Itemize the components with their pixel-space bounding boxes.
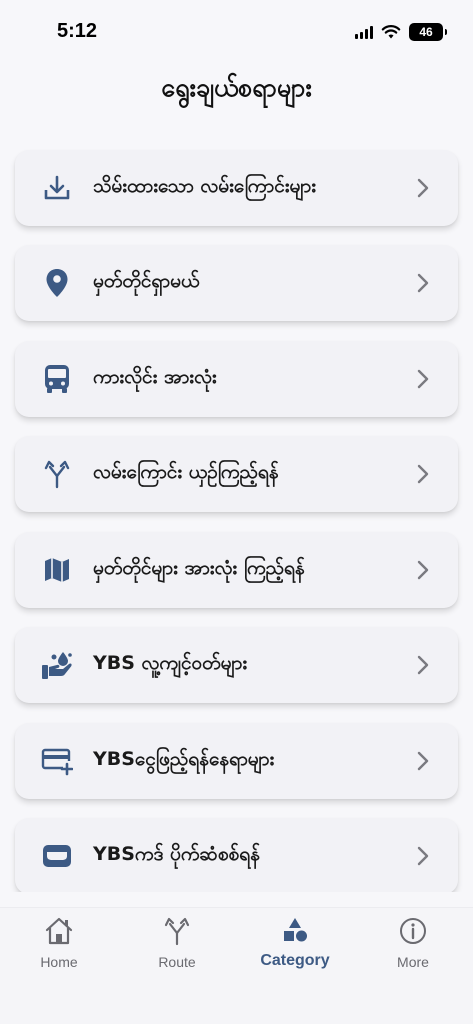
location-pin-icon (41, 267, 73, 299)
menu-item-compare-routes[interactable]: လမ်းကြောင်း ယှဉ်ကြည့်ရန် (15, 436, 458, 512)
tab-label: Home (40, 954, 78, 970)
status-bar: 5:12 46 (0, 0, 473, 60)
cellular-signal-icon (355, 25, 373, 39)
menu-item-label: လမ်းကြောင်း ယှဉ်ကြည့်ရန် (93, 461, 279, 483)
menu-item-all-stops-map[interactable]: မှတ်တိုင်များ အားလုံး ကြည့်ရန် (15, 532, 458, 608)
chevron-right-icon (417, 369, 429, 389)
battery-indicator: 46 (409, 23, 447, 41)
chevron-right-icon (417, 846, 429, 866)
card-add-icon (41, 745, 73, 777)
home-icon (45, 917, 73, 945)
bus-icon (41, 363, 73, 395)
page-title: ရွေးချယ်စရာများ (161, 73, 312, 102)
tab-label: Category (260, 952, 330, 969)
download-icon (41, 172, 73, 204)
chevron-right-icon (417, 655, 429, 675)
status-icons: 46 (355, 22, 447, 42)
menu-item-label: မှတ်တိုင်များ အားလုံး ကြည့်ရန် (93, 557, 305, 579)
wallet-card-icon (41, 840, 73, 872)
menu-item-label: YBS လူ့ကျင့်ဝတ်များ (93, 652, 248, 674)
chevron-right-icon (417, 273, 429, 293)
menu-item-label: YBSကဒ် ပိုက်ဆံစစ်ရန် (93, 843, 260, 865)
tab-more[interactable]: More (354, 916, 472, 980)
menu-item-label: သိမ်းထားသော လမ်းကြောင်းများ (93, 175, 317, 197)
menu-item-ybs-etiquette[interactable]: YBS လူ့ကျင့်ဝတ်များ (15, 627, 458, 703)
status-time: 5:12 (57, 20, 98, 42)
hand-care-icon (41, 649, 73, 681)
menu-item-ybs-topup-locations[interactable]: YBSငွေဖြည့်ရန်နေရာများ (15, 723, 458, 799)
chevron-right-icon (417, 560, 429, 580)
chevron-right-icon (417, 178, 429, 198)
menu-item-label: ကားလိုင်း အားလုံး (93, 366, 217, 388)
menu-item-ybs-card-balance[interactable]: YBSကဒ် ပိုက်ဆံစစ်ရန် (15, 818, 458, 892)
tab-label: Route (158, 954, 196, 970)
chevron-right-icon (417, 464, 429, 484)
tab-category[interactable]: Category (236, 916, 354, 980)
category-list: သိမ်းထားသော လမ်းကြောင်းများ မှတ်တိုင်ရှာ… (0, 130, 473, 892)
tab-route[interactable]: Route (118, 916, 236, 980)
chevron-right-icon (417, 751, 429, 771)
info-icon (400, 918, 426, 944)
tab-label: More (397, 954, 429, 970)
menu-item-all-bus-lines[interactable]: ကားလိုင်း အားလုံး (15, 341, 458, 417)
menu-item-find-stop[interactable]: မှတ်တိုင်ရှာမယ် (15, 245, 458, 321)
route-icon (164, 917, 190, 946)
merge-route-icon (41, 458, 73, 490)
tab-home[interactable]: Home (0, 916, 118, 980)
menu-item-label: YBSငွေဖြည့်ရန်နေရာများ (93, 748, 275, 770)
menu-item-label: မှတ်တိုင်ရှာမယ် (93, 270, 200, 292)
category-icon (284, 918, 307, 942)
map-icon (41, 554, 73, 586)
tab-bar: Home Route Category More (0, 907, 473, 1024)
menu-item-saved-routes[interactable]: သိမ်းထားသော လမ်းကြောင်းများ (15, 150, 458, 226)
wifi-icon (381, 25, 401, 39)
